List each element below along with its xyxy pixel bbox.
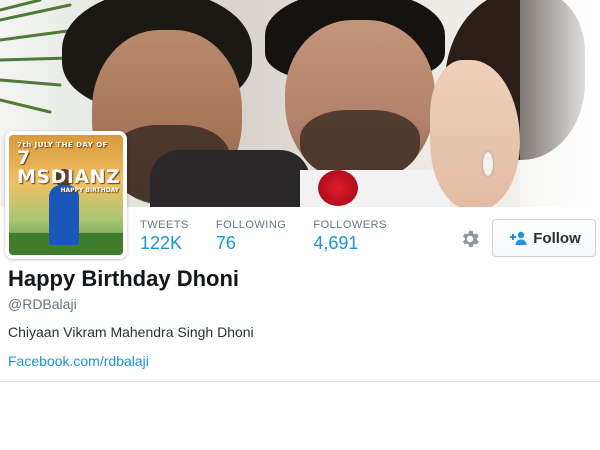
profile-avatar[interactable]: 7th JULY THE DAY OF 7 MSDIANZ HAPPY BIRT… xyxy=(5,131,127,259)
banner-person-1-suit xyxy=(150,150,310,207)
follow-button[interactable]: Follow xyxy=(492,219,596,257)
stat-following-label: FOLLOWING xyxy=(215,219,287,231)
stat-tweets-label: TWEETS xyxy=(140,219,189,231)
stat-followers[interactable]: FOLLOWERS 4,691 xyxy=(313,219,387,254)
stat-followers-label: FOLLOWERS xyxy=(313,219,387,231)
follow-button-label: Follow xyxy=(533,229,581,247)
avatar-caption-line1: 7th JULY THE DAY OF xyxy=(17,141,108,149)
profile-bio: Chiyaan Vikram Mahendra Singh Dhoni xyxy=(8,324,254,340)
stat-followers-value: 4,691 xyxy=(313,233,359,253)
stat-tweets[interactable]: TWEETS 122K xyxy=(140,219,189,254)
gear-icon[interactable] xyxy=(459,228,481,250)
avatar-player xyxy=(49,185,79,245)
profile-name: Happy Birthday Dhoni xyxy=(8,266,240,291)
profile-handle[interactable]: @RDBalaji xyxy=(8,296,77,312)
stat-tweets-value: 122K xyxy=(140,233,183,253)
banner-earring xyxy=(483,152,493,176)
avatar-caption-line2: 7 MSDIANZ xyxy=(17,147,121,188)
profile-stats-nav: TWEETS 122K FOLLOWING 76 FOLLOWERS 4,691 xyxy=(140,219,414,254)
profile-website-link[interactable]: Facebook.com/rdbalaji xyxy=(8,353,149,369)
divider xyxy=(0,381,600,382)
add-user-icon xyxy=(510,231,527,245)
avatar-caption: 7th JULY THE DAY OF 7 MSDIANZ HAPPY BIRT… xyxy=(17,141,123,194)
avatar-caption-line3: HAPPY BIRTHDAY xyxy=(60,187,119,194)
banner-veil xyxy=(520,0,600,207)
banner-rose xyxy=(318,170,358,206)
stat-following[interactable]: FOLLOWING 76 xyxy=(216,219,287,254)
stat-following-value: 76 xyxy=(215,233,236,253)
